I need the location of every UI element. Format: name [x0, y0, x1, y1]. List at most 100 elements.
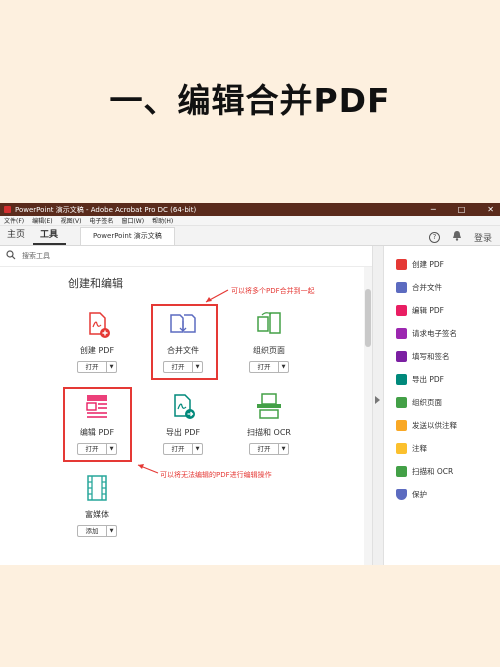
- comment-icon: [396, 443, 407, 454]
- arrow-edit-annotation: [137, 464, 159, 474]
- organize-pages-icon: [396, 397, 407, 408]
- export-pdf-icon: [168, 391, 198, 421]
- button-label: 打开: [257, 445, 271, 453]
- tab-bar: 主页 工具 PowerPoint 演示文稿 ? 登录: [0, 226, 500, 246]
- open-button[interactable]: 打开 ▼: [249, 443, 289, 455]
- chevron-down-icon[interactable]: ▼: [106, 362, 116, 372]
- fill-sign-icon: [396, 351, 407, 362]
- tool-organize-pages: 组织页面 打开 ▼: [229, 309, 309, 373]
- shield-icon: [396, 489, 407, 500]
- search-bar[interactable]: 搜索工具: [0, 246, 372, 267]
- right-item-label: 填写和签名: [412, 352, 450, 361]
- right-item-edit-pdf[interactable]: 编辑 PDF: [384, 299, 500, 322]
- menu-e-sign[interactable]: 电子签名: [89, 216, 113, 225]
- create-pdf-icon: [82, 309, 112, 339]
- request-signature-icon: [396, 328, 407, 339]
- chevron-down-icon[interactable]: ▼: [278, 444, 288, 454]
- right-item-create-pdf[interactable]: 创建 PDF: [384, 253, 500, 276]
- right-item-comment[interactable]: 注释: [384, 437, 500, 460]
- right-item-scan-ocr[interactable]: 扫描和 OCR: [384, 460, 500, 483]
- search-input[interactable]: 搜索工具: [22, 251, 50, 261]
- right-item-label: 扫描和 OCR: [412, 467, 454, 476]
- menu-window[interactable]: 窗口(W): [121, 216, 144, 225]
- highlight-combine-box: [151, 304, 218, 380]
- login-button[interactable]: 登录: [474, 231, 492, 244]
- headline: 一、编辑合并PDF: [109, 81, 391, 120]
- highlight-edit-box: [63, 387, 132, 462]
- tool-rich-media: 富媒体 添加 ▼: [57, 473, 137, 537]
- scrollbar[interactable]: [364, 267, 372, 565]
- acrobat-app-icon: [4, 206, 11, 213]
- right-item-request-signature[interactable]: 请求电子签名: [384, 322, 500, 345]
- right-item-label: 组织页面: [412, 398, 442, 407]
- maximize-button[interactable]: □: [458, 203, 466, 216]
- add-button[interactable]: 添加 ▼: [77, 525, 117, 537]
- right-tools-panel: 创建 PDF 合并文件 编辑 PDF 请求电子签名 填写和签名 导出 PDF 组…: [384, 253, 500, 506]
- right-item-fill-sign[interactable]: 填写和签名: [384, 345, 500, 368]
- tool-label: 组织页面: [253, 346, 285, 355]
- tool-label: 创建 PDF: [79, 346, 115, 355]
- right-item-label: 发送以供注释: [412, 421, 457, 430]
- right-item-label: 请求电子签名: [412, 329, 457, 338]
- search-icon: [6, 250, 16, 262]
- close-button[interactable]: ✕: [487, 203, 494, 216]
- open-button[interactable]: 打开 ▼: [77, 361, 117, 373]
- send-comment-icon: [396, 420, 407, 431]
- tab-document[interactable]: PowerPoint 演示文稿: [80, 227, 175, 245]
- menu-bar: 文件(F) 编辑(E) 视图(V) 电子签名 窗口(W) 帮助(H): [0, 216, 500, 226]
- annotation-edit: 可以将无法编辑的PDF进行编辑操作: [160, 471, 272, 479]
- scrollbar-thumb[interactable]: [365, 289, 371, 347]
- menu-file[interactable]: 文件(F): [4, 216, 24, 225]
- tool-label: 导出 PDF: [165, 428, 201, 437]
- right-item-label: 保护: [412, 490, 427, 499]
- right-item-organize-pages[interactable]: 组织页面: [384, 391, 500, 414]
- edit-pdf-icon: [396, 305, 407, 316]
- tool-scan-ocr: 扫描和 OCR 打开 ▼: [229, 391, 309, 455]
- panel-collapse-toggle[interactable]: [372, 246, 384, 565]
- right-item-label: 创建 PDF: [412, 260, 444, 269]
- help-icon[interactable]: ?: [428, 231, 440, 243]
- button-label: 打开: [257, 363, 271, 371]
- right-item-combine-files[interactable]: 合并文件: [384, 276, 500, 299]
- bell-icon[interactable]: [452, 230, 462, 244]
- button-label: 打开: [85, 363, 99, 371]
- right-item-label: 合并文件: [412, 283, 442, 292]
- right-item-export-pdf[interactable]: 导出 PDF: [384, 368, 500, 391]
- organize-pages-icon: [254, 309, 284, 339]
- arrow-combine-annotation: [205, 289, 229, 303]
- chevron-right-icon: [375, 396, 380, 404]
- combine-files-icon: [396, 282, 407, 293]
- chevron-down-icon[interactable]: ▼: [192, 444, 202, 454]
- rich-media-icon: [82, 473, 112, 503]
- tool-label: 富媒体: [85, 510, 109, 519]
- menu-help[interactable]: 帮助(H): [152, 216, 173, 225]
- menu-edit[interactable]: 编辑(E): [32, 216, 52, 225]
- tab-tools[interactable]: 工具: [33, 227, 67, 245]
- right-item-label: 编辑 PDF: [412, 306, 444, 315]
- tool-export-pdf: 导出 PDF 打开 ▼: [143, 391, 223, 455]
- minimize-button[interactable]: ─: [431, 203, 436, 216]
- export-pdf-icon: [396, 374, 407, 385]
- open-button[interactable]: 打开 ▼: [249, 361, 289, 373]
- tools-grid: 创建和编辑 创建 PDF 打开 ▼ 合并文件 打开 ▼ 组织页面 打开 ▼ 编辑…: [0, 267, 372, 565]
- menu-view[interactable]: 视图(V): [61, 216, 82, 225]
- create-pdf-icon: [396, 259, 407, 270]
- right-item-label: 导出 PDF: [412, 375, 444, 384]
- chevron-down-icon[interactable]: ▼: [278, 362, 288, 372]
- right-item-send-comment[interactable]: 发送以供注释: [384, 414, 500, 437]
- button-label: 打开: [171, 445, 185, 453]
- scan-ocr-icon: [254, 391, 284, 421]
- scan-ocr-icon: [396, 466, 407, 477]
- section-title: 创建和编辑: [68, 277, 123, 290]
- open-button[interactable]: 打开 ▼: [163, 443, 203, 455]
- tool-create-pdf: 创建 PDF 打开 ▼: [57, 309, 137, 373]
- right-item-label: 注释: [412, 444, 427, 453]
- button-label: 添加: [85, 527, 99, 535]
- chevron-down-icon[interactable]: ▼: [106, 526, 116, 536]
- acrobat-window: PowerPoint 演示文稿 - Adobe Acrobat Pro DC (…: [0, 203, 500, 565]
- annotation-combine: 可以将多个PDF合并到一起: [231, 287, 315, 295]
- tab-home[interactable]: 主页: [0, 227, 33, 245]
- tool-label: 扫描和 OCR: [247, 428, 291, 437]
- right-item-protect[interactable]: 保护: [384, 483, 500, 506]
- window-title: PowerPoint 演示文稿 - Adobe Acrobat Pro DC (…: [15, 205, 197, 214]
